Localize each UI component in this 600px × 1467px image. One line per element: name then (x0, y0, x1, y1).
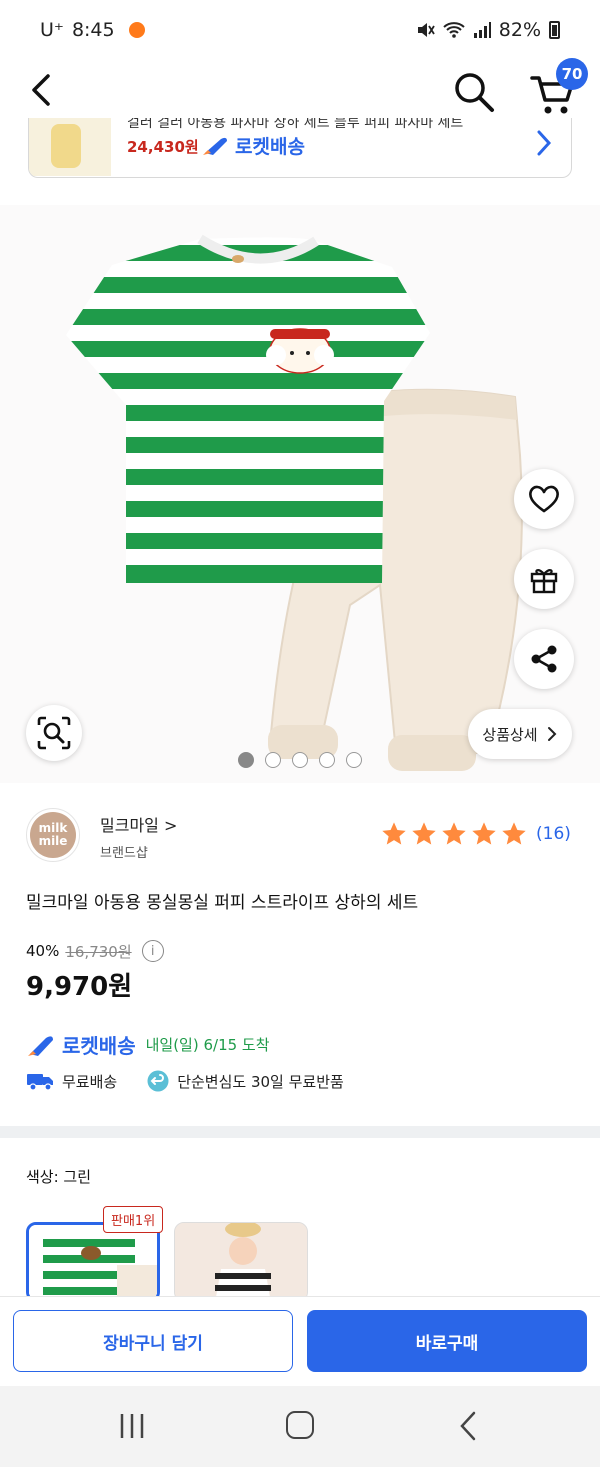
discount-row: 40% 16,730원 i (26, 940, 164, 962)
signal-icon (473, 22, 491, 38)
recommended-rocket: 로켓배송 (201, 132, 305, 159)
best-seller-badge: 판매1위 (103, 1206, 164, 1233)
review-count-link[interactable]: (16) (536, 824, 571, 844)
original-price: 16,730원 (65, 942, 132, 961)
option-thumbnail (29, 1225, 157, 1299)
section-divider (0, 1126, 600, 1138)
recommended-product-strip[interactable]: 걸러 걸러 아동용 파자마 상하 세트 블루 퍼피 파자마 세트 24,430원… (28, 118, 572, 178)
star-icon (502, 822, 526, 845)
brand-logo[interactable]: milk mile (26, 808, 80, 862)
carousel-dot[interactable] (319, 752, 335, 768)
arrival-date: 내일(일) 6/15 도착 (145, 1036, 270, 1054)
home-icon[interactable] (286, 1411, 314, 1439)
color-option-black[interactable] (174, 1222, 308, 1302)
product-title: 밀크마일 아동용 몽실몽실 퍼피 스트라이프 상하의 세트 (26, 893, 419, 913)
info-icon[interactable]: i (141, 940, 164, 962)
recommended-price: 24,430원 (127, 138, 199, 156)
buy-now-button[interactable]: 바로구매 (307, 1310, 587, 1372)
recommended-rocket-label: 로켓배송 (235, 136, 305, 158)
battery-percent: 82% (498, 19, 541, 41)
brand-logo-bottom: mile (38, 834, 68, 848)
rocket-icon (28, 1035, 53, 1056)
gift-button[interactable] (514, 549, 574, 609)
option-thumbnail (175, 1223, 307, 1301)
add-to-cart-button[interactable]: 장바구니 담기 (13, 1310, 293, 1372)
recommended-thumbnail (29, 118, 111, 176)
search-button[interactable] (450, 68, 498, 116)
wifi-icon (443, 22, 465, 38)
chevron-right-icon (537, 130, 552, 156)
free-shipping-label: 무료배송 (62, 1072, 118, 1091)
rocket-icon (203, 137, 227, 155)
color-option-green[interactable] (26, 1222, 160, 1302)
carousel-indicator (238, 752, 362, 768)
battery-icon (549, 21, 560, 39)
star-icon (472, 822, 496, 845)
recommended-title: 걸러 걸러 아동용 파자마 상하 세트 블루 퍼피 파자마 세트 (127, 118, 464, 131)
carousel-dot[interactable] (265, 752, 281, 768)
mute-icon (417, 23, 435, 37)
sale-price: 9,970원 (26, 972, 133, 1002)
star-icon (382, 822, 406, 845)
star-icon (412, 822, 436, 845)
image-search-button[interactable] (26, 705, 82, 761)
product-detail-button[interactable]: 상품상세 (468, 709, 572, 759)
chevron-right-icon (547, 727, 557, 741)
system-back-icon[interactable] (456, 1410, 480, 1442)
product-detail-label: 상품상세 (482, 725, 538, 744)
brand-name-link[interactable]: 밀크마일 > (100, 812, 177, 836)
shipping-info-row: 무료배송 단순변심도 30일 무료반품 (26, 1070, 344, 1092)
color-option-label: 색상: 그린 (26, 1168, 92, 1186)
carousel-dot[interactable] (346, 752, 362, 768)
product-photo (66, 234, 523, 771)
gift-icon (530, 569, 558, 594)
lens-search-icon (37, 716, 71, 750)
brand-shop-label: 브랜드샵 (100, 846, 148, 861)
wishlist-button[interactable] (514, 469, 574, 529)
top-nav (0, 60, 600, 120)
rocket-delivery-row: 로켓배송 내일(일) 6/15 도착 (26, 1030, 270, 1059)
chevron-left-icon (32, 74, 50, 106)
carrier-label: U⁺ (40, 19, 64, 41)
carousel-dot[interactable] (238, 752, 254, 768)
share-icon (531, 645, 557, 673)
status-bar: U⁺ 8:45 82% (0, 0, 600, 60)
truck-icon (27, 1074, 53, 1091)
carousel-dot[interactable] (292, 752, 308, 768)
share-button[interactable] (514, 629, 574, 689)
cart-count-badge: 70 (556, 58, 588, 90)
rocket-delivery-label: 로켓배송 (62, 1034, 136, 1058)
clock: 8:45 (71, 19, 115, 41)
app-notification-icon (128, 22, 145, 38)
product-image-carousel[interactable] (0, 205, 600, 783)
brand-name: 밀크마일 (100, 816, 159, 835)
star-icon (442, 822, 466, 845)
chevron-right-icon: > (163, 816, 178, 835)
search-icon (455, 73, 494, 112)
discount-percent: 40% (26, 942, 60, 960)
back-button[interactable] (22, 68, 62, 112)
heart-icon (529, 485, 559, 513)
free-return-label: 단순변심도 30일 무료반품 (177, 1072, 344, 1091)
rating-stars[interactable] (380, 820, 528, 848)
return-icon (147, 1070, 169, 1092)
recent-apps-icon[interactable] (118, 1412, 146, 1440)
